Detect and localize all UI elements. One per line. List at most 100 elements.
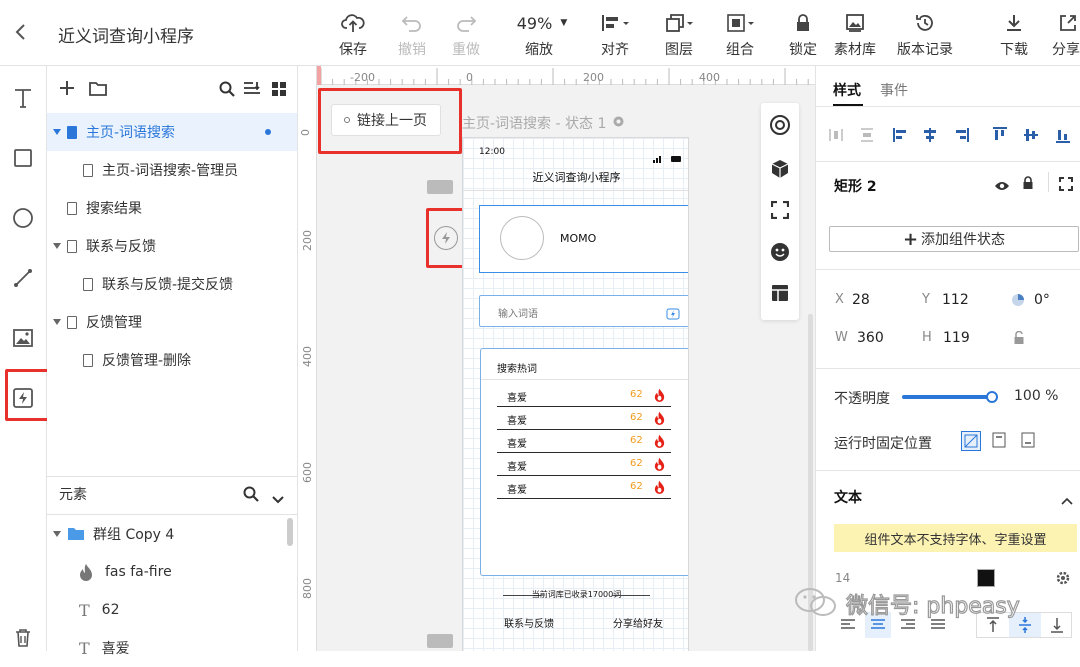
page-item[interactable]: 联系与反馈-提交反馈 [47,265,297,303]
lock-button[interactable]: 锁定 [783,10,823,60]
opacity-slider[interactable] [902,391,998,403]
align-justify-icon[interactable] [925,612,951,638]
trash-icon[interactable] [9,624,37,652]
canvas-scrollbar[interactable] [808,314,813,651]
align-bottom-icon[interactable] [1054,126,1072,148]
download-button[interactable]: 下载 [994,10,1034,60]
caret-down-icon[interactable] [53,531,61,537]
save-button[interactable]: 保存 [333,10,373,60]
element-item[interactable]: T 62 [47,591,297,629]
hot-word-row[interactable]: 喜爱 62 [497,385,671,407]
layer-button[interactable]: 图层 [657,10,701,60]
add-state-button[interactable]: + 添加组件状态 [829,226,1079,252]
align-top-icon[interactable] [991,126,1009,148]
contact-link[interactable]: 联系与反馈 [504,615,554,630]
align-left-icon[interactable] [892,126,910,148]
search-icon[interactable] [219,81,235,101]
phone-artboard[interactable]: 12:00 近义词查询小程序 MOMO 输入词语 搜索热词 喜爱 62 喜爱 62 喜爱… [462,137,689,651]
grid-view-icon[interactable] [271,81,287,101]
add-page-icon[interactable] [59,80,75,100]
emoji-icon[interactable] [770,242,790,266]
valign-top-icon[interactable] [977,613,1009,637]
profile-card[interactable]: MOMO [479,205,688,273]
fixed-none-button[interactable] [961,431,981,451]
distribute-h-icon[interactable] [828,126,846,148]
eye-icon[interactable] [994,177,1010,196]
align-right-icon[interactable] [954,126,972,148]
text-color-swatch[interactable] [977,569,995,587]
state-label[interactable]: 主页-词语搜索 - 状态 1 [462,113,625,133]
hot-word-row[interactable]: 喜爱 62 [497,408,671,430]
x-field[interactable]: 28 [852,292,870,308]
lock-icon[interactable] [1022,175,1034,194]
hot-word: 喜爱 [507,416,527,427]
target-icon[interactable] [769,114,791,140]
align-vcenter-icon[interactable] [1022,126,1040,148]
hot-word-row[interactable]: 喜爱 62 [497,454,671,476]
valign-bottom-icon[interactable] [1041,613,1073,637]
element-item[interactable]: fas fa-fire [47,553,297,591]
fixed-bottom-button[interactable] [1019,431,1039,451]
crop-select-icon[interactable] [1059,176,1073,195]
history-button[interactable]: 版本记录 [893,10,957,60]
assets-button[interactable]: 素材库 [830,10,880,60]
image-tool-icon[interactable] [9,324,37,352]
share-button[interactable]: 分享 [1050,10,1080,60]
elements-search-icon[interactable] [243,486,259,506]
page-item[interactable]: 反馈管理 [47,303,297,341]
unlock-ratio-icon[interactable] [1013,330,1025,349]
rotation-field[interactable]: 0° [1034,292,1050,308]
line-tool-icon[interactable] [9,264,37,292]
plus-icon: + [902,228,919,250]
text-tool-icon[interactable] [9,84,37,112]
group-button[interactable]: 组合 [718,10,762,60]
element-item[interactable]: 群组 Copy 4 [47,515,297,553]
w-field[interactable]: 360 [857,330,884,346]
page-item[interactable]: 联系与反馈 [47,227,297,265]
back-icon[interactable] [14,22,34,44]
caret-down-icon[interactable] [53,243,61,249]
page-item[interactable]: 反馈管理-删除 [47,341,297,379]
design-canvas[interactable]: -200 0 200 400 0 200 400 600 800 链接上一页 主… [298,66,815,651]
h-field[interactable]: 119 [943,330,970,346]
page-item[interactable]: 主页-词语搜索-管理员 [47,151,297,189]
chevron-up-icon[interactable] [1061,490,1073,509]
page-item[interactable]: 搜索结果 [47,189,297,227]
align-center-icon[interactable] [865,612,891,638]
share-friend-link[interactable]: 分享给好友 [613,615,663,630]
layout-template-icon[interactable] [771,284,789,306]
align-button[interactable]: 对齐 [593,10,637,60]
element-item[interactable]: T 喜爱 [47,629,297,667]
tab-style[interactable]: 样式 [833,80,861,100]
chevron-down-icon[interactable] [272,489,284,508]
add-folder-icon[interactable] [89,81,107,100]
font-size-field[interactable]: 14 [835,571,850,585]
align-left-icon[interactable] [835,612,861,638]
fixed-top-button[interactable] [990,431,1010,451]
anchor-tag[interactable] [427,180,453,194]
align-right-icon[interactable] [895,612,921,638]
gear-icon[interactable] [1056,570,1070,589]
y-field[interactable]: 112 [942,292,969,308]
caret-down-icon[interactable] [53,129,61,135]
distribute-v-icon[interactable] [859,126,877,148]
search-input[interactable]: 输入词语 [479,295,688,327]
valign-middle-icon[interactable] [1009,613,1041,637]
hot-word-row[interactable]: 喜爱 62 [497,477,671,499]
zoom-dropdown[interactable]: 49% ▼ 缩放 [510,10,574,60]
rectangle-tool-icon[interactable] [9,144,37,172]
caret-down-icon[interactable] [53,319,61,325]
undo-button[interactable]: 撤销 [392,10,432,60]
crop-select-icon[interactable] [770,200,790,223]
sort-list-icon[interactable] [243,81,261,101]
circle-tool-icon[interactable] [9,204,37,232]
tab-events[interactable]: 事件 [880,80,908,100]
cube-icon[interactable] [770,159,790,183]
opacity-value[interactable]: 100 % [1014,388,1058,404]
align-hcenter-icon[interactable] [922,126,940,148]
hot-word-row[interactable]: 喜爱 62 [497,431,671,453]
redo-button[interactable]: 重做 [446,10,486,60]
page-item[interactable]: 主页-词语搜索 [47,113,297,151]
anchor-tag[interactable] [427,634,453,648]
slider-thumb[interactable] [986,391,998,403]
